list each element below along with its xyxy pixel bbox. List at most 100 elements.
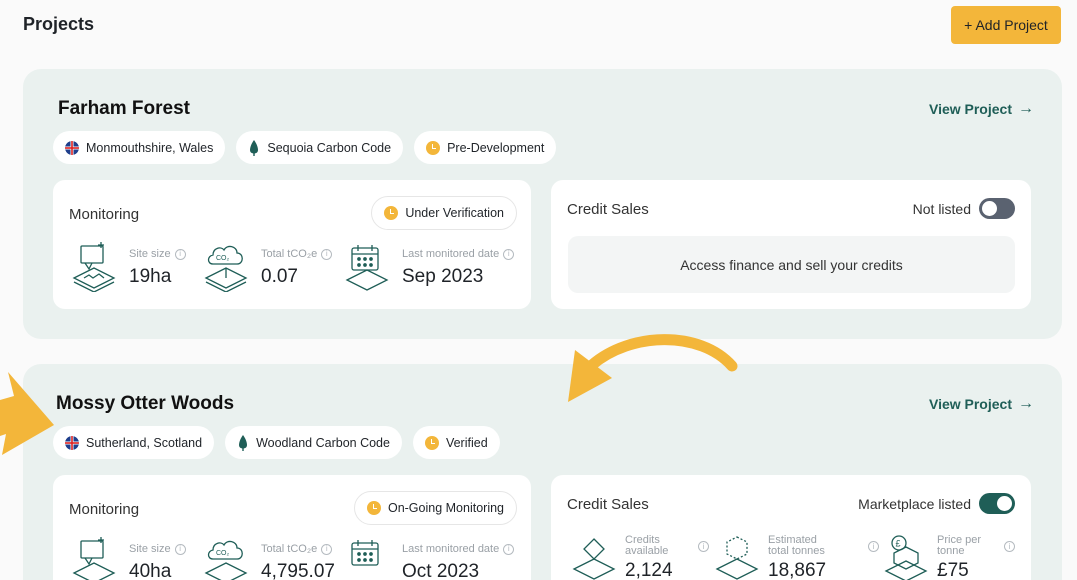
credit-sales-title: Credit Sales: [567, 496, 649, 513]
toggle-knob: [982, 201, 997, 216]
site-size-stat: Site size i 19ha: [71, 242, 186, 292]
svg-text:CO₂: CO₂: [216, 550, 230, 557]
last-monitored-label: Last monitored date: [402, 248, 500, 260]
carbon-code-label: Sequoia Carbon Code: [267, 140, 392, 155]
price-per-tonne-stat: £ Price per tonne £75: [883, 533, 1007, 580]
site-size-value: 19ha: [129, 266, 172, 287]
info-icon[interactable]: i: [698, 541, 709, 552]
location-label: Sutherland, Scotland: [86, 435, 203, 450]
clock-icon: [424, 435, 439, 450]
page-title: Projects: [23, 14, 95, 34]
location-chip: Sutherland, Scotland: [53, 426, 215, 459]
stage-chip: Pre-Development: [414, 131, 557, 164]
info-icon[interactable]: i: [1004, 541, 1015, 552]
access-finance-label: Access finance and sell your credits: [680, 256, 903, 273]
price-per-tonne-label: Price per tonne: [937, 534, 982, 557]
total-co2-stat: CO₂ Total tCO₂e i 4,795.07: [203, 537, 335, 580]
last-monitored-stat: Last monitored date i Oct 2023: [344, 537, 515, 580]
svg-text:CO₂: CO₂: [216, 255, 230, 262]
co2-cloud-icon: CO₂: [204, 540, 248, 580]
estimated-tonnes-value: 18,867: [768, 560, 827, 580]
credit-sales-card: Credit Sales Not listed Access finance a…: [551, 180, 1031, 309]
site-size-label: Site size: [129, 543, 171, 555]
clock-icon: [426, 140, 441, 155]
total-co2-label: Total tCO₂e: [261, 543, 318, 555]
last-monitored-value: Oct 2023: [402, 561, 480, 580]
total-co2-label: Total tCO₂e: [261, 248, 318, 260]
tree-icon: [239, 434, 248, 451]
view-project-label: View Project: [928, 396, 1012, 412]
site-size-value: 40ha: [129, 561, 172, 580]
arrow-right-icon: →: [1018, 100, 1034, 117]
site-size-stat: Site size i 40ha: [71, 537, 186, 580]
location-chip: Monmouthshire, Wales: [53, 131, 226, 164]
view-project-link[interactable]: View Project →: [929, 395, 1034, 413]
svg-text:£: £: [896, 539, 901, 549]
monitoring-card: Monitoring Under Verification Site size i…: [53, 180, 531, 309]
listing-status-label: Marketplace listed: [858, 495, 971, 512]
project-name: Farham Forest: [58, 98, 190, 119]
monitoring-status-chip: Under Verification: [371, 196, 517, 230]
stage-label: Verified: [445, 435, 488, 450]
marketplace-toggle[interactable]: [979, 493, 1015, 514]
credit-diamond-icon: [572, 538, 616, 580]
view-project-label: View Project: [928, 101, 1012, 117]
last-monitored-stat: Last monitored date i Sep 2023: [344, 242, 515, 292]
uk-flag-icon: [65, 435, 79, 450]
project-card-farham-forest: Farham Forest View Project → Monmouthshi…: [23, 69, 1062, 339]
map-pin-terrain-icon: [72, 242, 116, 292]
total-co2-value: 0.07: [261, 266, 298, 287]
monitoring-status-chip: On-Going Monitoring: [353, 491, 517, 525]
add-project-button[interactable]: + Add Project: [951, 6, 1061, 44]
stage-chip: Verified: [412, 426, 500, 459]
clock-icon: [366, 501, 381, 515]
co2-cloud-icon: CO₂: [204, 245, 248, 292]
last-monitored-value: Sep 2023: [402, 266, 484, 287]
view-project-link[interactable]: View Project →: [929, 100, 1034, 118]
monitoring-title: Monitoring: [69, 501, 140, 518]
info-icon[interactable]: i: [503, 248, 515, 260]
map-pin-terrain-icon: [72, 537, 116, 580]
access-finance-banner[interactable]: Access finance and sell your credits: [568, 236, 1015, 293]
marketplace-toggle[interactable]: [979, 198, 1015, 219]
location-label: Monmouthshire, Wales: [86, 140, 214, 155]
estimated-tonnes-stat: Estimated total tonnes 18,867: [714, 533, 838, 580]
info-icon[interactable]: i: [868, 541, 879, 552]
site-size-label: Site size: [129, 248, 171, 260]
price-box-icon: £: [884, 535, 928, 580]
credits-available-value: 2,124: [625, 560, 673, 580]
credit-sales-card: Credit Sales Marketplace listed Credits …: [551, 475, 1031, 580]
info-icon[interactable]: i: [321, 248, 333, 260]
total-co2-value: 4,795.07: [261, 561, 335, 580]
carbon-code-chip: Woodland Carbon Code: [225, 426, 402, 459]
price-per-tonne-value: £75: [937, 560, 969, 580]
last-monitored-label: Last monitored date: [402, 543, 500, 555]
info-icon[interactable]: i: [321, 543, 333, 555]
project-name: Mossy Otter Woods: [56, 393, 235, 414]
toggle-knob: [997, 496, 1012, 511]
calendar-icon: [351, 540, 379, 566]
stage-label: Pre-Development: [447, 140, 545, 155]
project-tags: Monmouthshire, Wales Sequoia Carbon Code…: [53, 131, 557, 164]
info-icon[interactable]: i: [503, 543, 515, 555]
monitoring-status-label: Under Verification: [405, 206, 504, 220]
carbon-code-label: Woodland Carbon Code: [256, 435, 390, 450]
project-card-mossy-otter-woods: Mossy Otter Woods View Project → Sutherl…: [23, 364, 1062, 580]
project-tags: Sutherland, Scotland Woodland Carbon Cod…: [53, 426, 500, 459]
uk-flag-icon: [65, 140, 79, 155]
tree-icon: [250, 139, 259, 156]
calendar-icon: [345, 245, 389, 291]
info-icon[interactable]: i: [174, 248, 186, 260]
info-icon[interactable]: i: [174, 543, 186, 555]
listing-status-label: Not listed: [912, 200, 971, 217]
credits-available-label: Credits available: [625, 534, 669, 557]
cube-stack-icon: [715, 536, 759, 580]
carbon-code-chip: Sequoia Carbon Code: [236, 131, 404, 164]
monitoring-title: Monitoring: [69, 206, 140, 223]
monitoring-status-label: On-Going Monitoring: [387, 501, 504, 515]
total-co2-stat: CO₂ Total tCO₂e i 0.07: [203, 242, 333, 292]
credits-available-stat: Credits available 2,124: [571, 533, 695, 580]
estimated-tonnes-label: Estimated total tonnes: [768, 534, 825, 557]
credit-sales-title: Credit Sales: [567, 201, 649, 218]
clock-icon: [384, 206, 399, 220]
